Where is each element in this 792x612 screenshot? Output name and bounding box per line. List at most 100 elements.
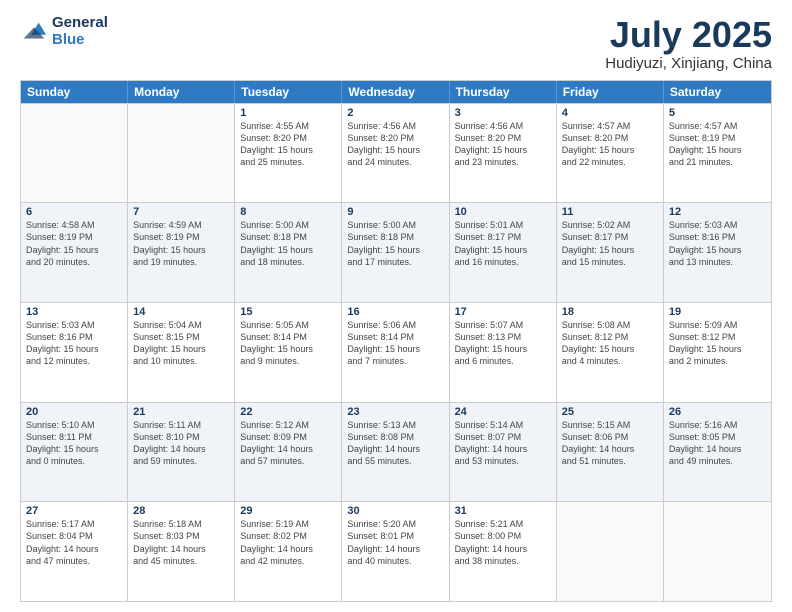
cell-info-line: Daylight: 15 hours — [347, 343, 443, 355]
day-number: 9 — [347, 206, 443, 218]
cell-info-line: Daylight: 15 hours — [669, 343, 766, 355]
cell-info-line: Daylight: 14 hours — [240, 543, 336, 555]
cell-info-line: Sunset: 8:05 PM — [669, 431, 766, 443]
cell-info-line: Sunrise: 5:07 AM — [455, 319, 551, 331]
cell-info-line: Sunset: 8:00 PM — [455, 530, 551, 542]
cell-info-line: and 25 minutes. — [240, 156, 336, 168]
day-cell-13: 13Sunrise: 5:03 AMSunset: 8:16 PMDayligh… — [21, 303, 128, 402]
cell-info-line: Daylight: 15 hours — [26, 244, 122, 256]
cell-info-line: Sunrise: 5:10 AM — [26, 419, 122, 431]
cell-info-line: Sunset: 8:08 PM — [347, 431, 443, 443]
day-cell-4: 4Sunrise: 4:57 AMSunset: 8:20 PMDaylight… — [557, 104, 664, 203]
cell-info-line: Sunrise: 4:56 AM — [455, 120, 551, 132]
day-cell-7: 7Sunrise: 4:59 AMSunset: 8:19 PMDaylight… — [128, 203, 235, 302]
cell-info-line: and 17 minutes. — [347, 256, 443, 268]
day-cell-15: 15Sunrise: 5:05 AMSunset: 8:14 PMDayligh… — [235, 303, 342, 402]
day-number: 12 — [669, 206, 766, 218]
logo-blue-text: Blue — [52, 32, 108, 49]
logo-icon — [20, 18, 48, 46]
cell-info-line: and 47 minutes. — [26, 555, 122, 567]
day-cell-30: 30Sunrise: 5:20 AMSunset: 8:01 PMDayligh… — [342, 502, 449, 601]
calendar-body: 1Sunrise: 4:55 AMSunset: 8:20 PMDaylight… — [21, 103, 771, 601]
empty-cell — [664, 502, 771, 601]
cell-info-line: Sunset: 8:20 PM — [562, 132, 658, 144]
day-number: 31 — [455, 505, 551, 517]
day-cell-20: 20Sunrise: 5:10 AMSunset: 8:11 PMDayligh… — [21, 403, 128, 502]
cell-info-line: Sunset: 8:19 PM — [133, 231, 229, 243]
day-cell-1: 1Sunrise: 4:55 AMSunset: 8:20 PMDaylight… — [235, 104, 342, 203]
day-number: 7 — [133, 206, 229, 218]
cell-info-line: Sunrise: 5:17 AM — [26, 518, 122, 530]
day-number: 11 — [562, 206, 658, 218]
cell-info-line: and 19 minutes. — [133, 256, 229, 268]
cell-info-line: Daylight: 14 hours — [133, 443, 229, 455]
day-cell-11: 11Sunrise: 5:02 AMSunset: 8:17 PMDayligh… — [557, 203, 664, 302]
day-cell-25: 25Sunrise: 5:15 AMSunset: 8:06 PMDayligh… — [557, 403, 664, 502]
day-number: 28 — [133, 505, 229, 517]
cell-info-line: Daylight: 15 hours — [562, 144, 658, 156]
cell-info-line: Sunrise: 5:11 AM — [133, 419, 229, 431]
day-cell-23: 23Sunrise: 5:13 AMSunset: 8:08 PMDayligh… — [342, 403, 449, 502]
cell-info-line: Daylight: 15 hours — [669, 144, 766, 156]
cell-info-line: Daylight: 14 hours — [669, 443, 766, 455]
day-number: 18 — [562, 306, 658, 318]
title-block: July 2025 Hudiyuzi, Xinjiang, China — [605, 15, 772, 72]
header-day-friday: Friday — [557, 81, 664, 103]
cell-info-line: and 38 minutes. — [455, 555, 551, 567]
cell-info-line: Daylight: 14 hours — [455, 543, 551, 555]
logo: General Blue — [20, 15, 108, 48]
cell-info-line: Sunrise: 5:21 AM — [455, 518, 551, 530]
cell-info-line: Sunset: 8:18 PM — [240, 231, 336, 243]
cell-info-line: Daylight: 15 hours — [240, 244, 336, 256]
cell-info-line: Sunrise: 4:57 AM — [562, 120, 658, 132]
cell-info-line: Daylight: 14 hours — [133, 543, 229, 555]
cell-info-line: Daylight: 15 hours — [669, 244, 766, 256]
cell-info-line: Sunrise: 5:20 AM — [347, 518, 443, 530]
cell-info-line: Sunrise: 5:02 AM — [562, 219, 658, 231]
cell-info-line: Sunrise: 5:08 AM — [562, 319, 658, 331]
day-cell-10: 10Sunrise: 5:01 AMSunset: 8:17 PMDayligh… — [450, 203, 557, 302]
cell-info-line: and 7 minutes. — [347, 355, 443, 367]
cell-info-line: Sunrise: 4:56 AM — [347, 120, 443, 132]
empty-cell — [128, 104, 235, 203]
day-number: 8 — [240, 206, 336, 218]
cell-info-line: and 4 minutes. — [562, 355, 658, 367]
cell-info-line: Sunset: 8:06 PM — [562, 431, 658, 443]
cell-info-line: Sunset: 8:03 PM — [133, 530, 229, 542]
empty-cell — [21, 104, 128, 203]
cell-info-line: and 57 minutes. — [240, 455, 336, 467]
page: General Blue July 2025 Hudiyuzi, Xinjian… — [0, 0, 792, 612]
day-number: 30 — [347, 505, 443, 517]
day-number: 3 — [455, 107, 551, 119]
day-number: 22 — [240, 406, 336, 418]
calendar-week-2: 6Sunrise: 4:58 AMSunset: 8:19 PMDaylight… — [21, 202, 771, 302]
cell-info-line: Sunset: 8:02 PM — [240, 530, 336, 542]
cell-info-line: Sunrise: 5:14 AM — [455, 419, 551, 431]
day-number: 1 — [240, 107, 336, 119]
empty-cell — [557, 502, 664, 601]
day-number: 19 — [669, 306, 766, 318]
cell-info-line: Daylight: 15 hours — [455, 144, 551, 156]
cell-info-line: Sunset: 8:07 PM — [455, 431, 551, 443]
day-cell-9: 9Sunrise: 5:00 AMSunset: 8:18 PMDaylight… — [342, 203, 449, 302]
cell-info-line: and 12 minutes. — [26, 355, 122, 367]
calendar-week-1: 1Sunrise: 4:55 AMSunset: 8:20 PMDaylight… — [21, 103, 771, 203]
cell-info-line: Sunset: 8:15 PM — [133, 331, 229, 343]
cell-info-line: and 55 minutes. — [347, 455, 443, 467]
day-cell-5: 5Sunrise: 4:57 AMSunset: 8:19 PMDaylight… — [664, 104, 771, 203]
cell-info-line: Daylight: 15 hours — [347, 244, 443, 256]
cell-info-line: Daylight: 15 hours — [26, 343, 122, 355]
day-number: 5 — [669, 107, 766, 119]
cell-info-line: Sunset: 8:20 PM — [347, 132, 443, 144]
calendar-location: Hudiyuzi, Xinjiang, China — [605, 55, 772, 72]
cell-info-line: Sunrise: 5:18 AM — [133, 518, 229, 530]
day-number: 13 — [26, 306, 122, 318]
day-cell-27: 27Sunrise: 5:17 AMSunset: 8:04 PMDayligh… — [21, 502, 128, 601]
cell-info-line: Sunrise: 5:04 AM — [133, 319, 229, 331]
header-day-monday: Monday — [128, 81, 235, 103]
day-cell-12: 12Sunrise: 5:03 AMSunset: 8:16 PMDayligh… — [664, 203, 771, 302]
cell-info-line: and 16 minutes. — [455, 256, 551, 268]
day-cell-21: 21Sunrise: 5:11 AMSunset: 8:10 PMDayligh… — [128, 403, 235, 502]
day-number: 29 — [240, 505, 336, 517]
cell-info-line: Daylight: 14 hours — [347, 443, 443, 455]
